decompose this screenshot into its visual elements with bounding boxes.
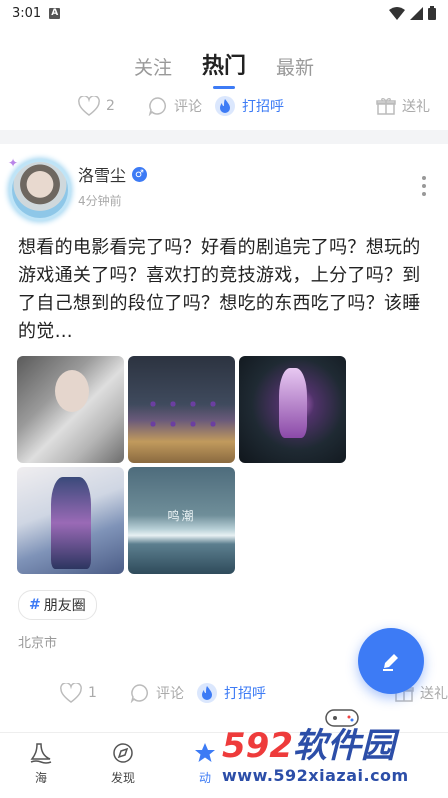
signal-icon: [410, 6, 423, 20]
tab-hot[interactable]: 热门: [202, 48, 246, 89]
greet-label: 打招呼: [224, 686, 266, 702]
post-image[interactable]: [239, 356, 346, 463]
status-bar: 3:01 A: [0, 0, 448, 26]
avatar[interactable]: ✦: [8, 156, 68, 218]
hash-icon: #: [29, 597, 41, 613]
post-image[interactable]: 鸣潮: [128, 467, 235, 574]
feed-tabs: 关注 热门 最新: [0, 26, 448, 89]
post-text[interactable]: 想看的电影看完了吗？好看的剧追完了吗？想玩的游戏通关了吗？喜欢打的竞技游戏，上分…: [18, 234, 430, 346]
post-header: ✦ 洛雪尘 ♂ 4分钟前: [8, 144, 430, 230]
nav-label: 动: [198, 771, 211, 785]
gift-icon: [376, 98, 396, 115]
like-count: 2: [106, 98, 115, 114]
post-card[interactable]: ✦ 洛雪尘 ♂ 4分钟前 想看的电影看完了吗？好看的剧追完了吗？想玩的游戏通关了…: [0, 144, 448, 651]
post-image[interactable]: [128, 356, 235, 463]
greet-button[interactable]: 打招呼: [196, 682, 266, 704]
male-gender-icon: ♂: [132, 166, 148, 182]
like-button[interactable]: 1: [60, 683, 130, 703]
post-time: 4分钟前: [78, 194, 122, 208]
nav-label: 发现: [110, 771, 135, 785]
like-count: 1: [88, 685, 97, 701]
watermark: 592软件园 www.592xiazai.com: [222, 726, 442, 788]
heart-icon: [78, 96, 100, 116]
nav-label: 海: [34, 771, 47, 785]
sparkle-icon: ✦: [8, 156, 19, 170]
post-image-grid: 鸣潮: [17, 356, 430, 574]
topic-tag-label: 朋友圈: [43, 598, 86, 614]
comment-icon: [148, 97, 166, 116]
discover-icon: [113, 743, 133, 763]
gift-label: 送礼: [402, 99, 430, 115]
more-options-icon[interactable]: [422, 176, 426, 200]
post-image[interactable]: [17, 356, 124, 463]
pen-icon: [383, 654, 398, 671]
greet-label: 打招呼: [242, 99, 284, 115]
nav-item-sea[interactable]: 海: [0, 733, 82, 798]
tab-latest[interactable]: 最新: [276, 53, 314, 80]
watermark-text: 软件园: [292, 726, 395, 766]
user-info: 洛雪尘 ♂ 4分钟前: [78, 162, 148, 209]
status-time: 3:01: [12, 5, 42, 21]
comment-icon: [130, 684, 148, 703]
watermark-number: 592: [222, 726, 293, 766]
wifi-icon: [389, 6, 405, 20]
gift-label: 送礼: [420, 686, 448, 702]
nav-item-discover[interactable]: 发现: [82, 733, 164, 798]
post-image[interactable]: [17, 467, 124, 574]
image-caption: 鸣潮: [167, 509, 196, 523]
watermark-url: www.592xiazai.com: [222, 766, 409, 785]
heart-icon: [60, 683, 82, 703]
compose-button[interactable]: [358, 628, 424, 694]
greet-button[interactable]: 打招呼: [214, 95, 284, 117]
comment-label: 评论: [174, 99, 202, 115]
flame-icon: [215, 96, 235, 116]
comment-label: 评论: [156, 686, 184, 702]
section-divider: [0, 130, 448, 144]
notification-icon: A: [49, 7, 61, 19]
like-button[interactable]: 2: [78, 96, 148, 116]
feed-star-icon: [195, 743, 215, 762]
comment-button[interactable]: 评论: [130, 683, 196, 703]
topic-tag[interactable]: # 朋友圈: [18, 590, 97, 620]
gift-button[interactable]: 送礼: [376, 96, 430, 116]
username[interactable]: 洛雪尘: [78, 162, 126, 186]
flame-icon: [197, 683, 217, 703]
comment-button[interactable]: 评论: [148, 96, 214, 116]
tab-following[interactable]: 关注: [134, 53, 172, 80]
prev-post-actions: 2 评论 打招呼 送礼: [0, 88, 448, 124]
sea-icon: [30, 743, 52, 764]
battery-icon: [428, 6, 436, 20]
